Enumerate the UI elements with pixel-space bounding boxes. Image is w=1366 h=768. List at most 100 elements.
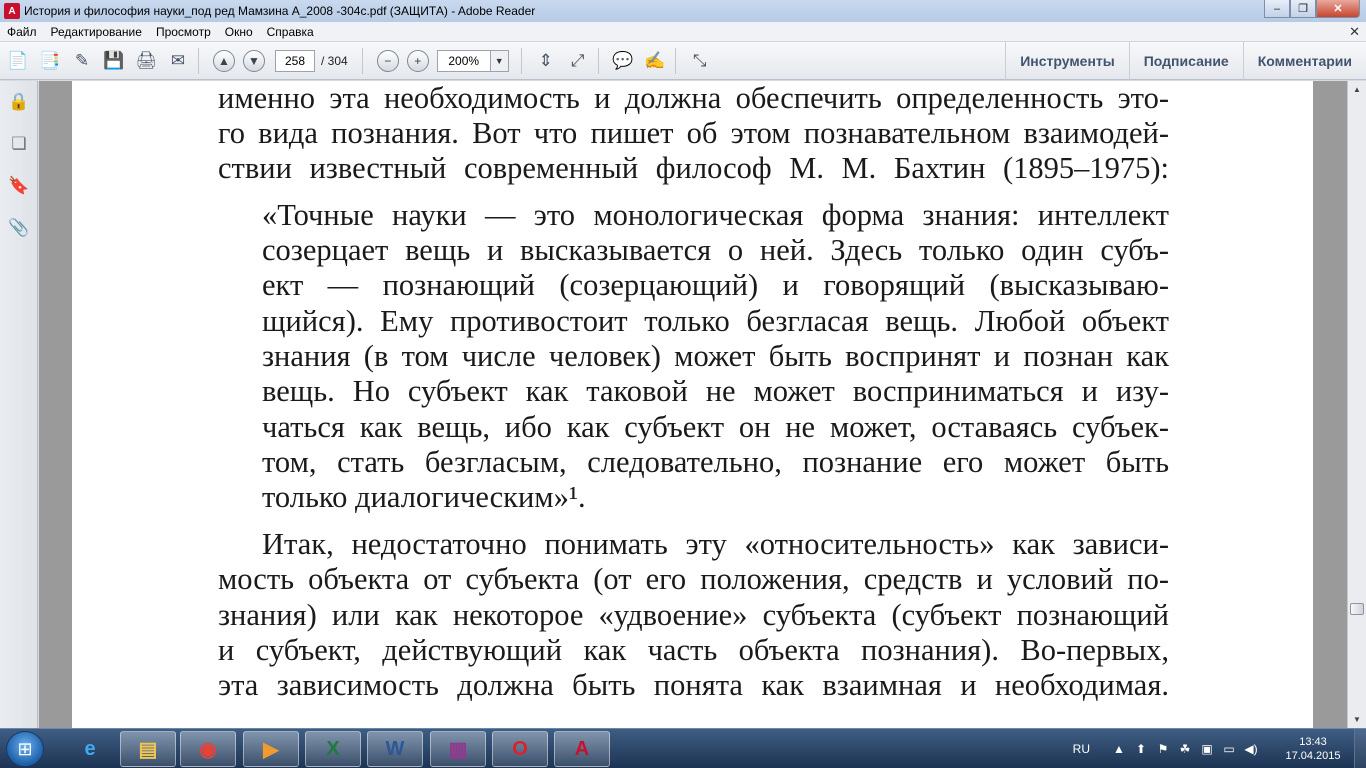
zoom-value[interactable]: 200% (438, 51, 490, 71)
next-page-button[interactable]: ▼ (243, 49, 265, 72)
network-icon[interactable]: ▭ (1218, 742, 1240, 756)
taskbar-media-icon[interactable]: ▶ (243, 731, 299, 767)
start-button[interactable]: ⊞ (6, 731, 44, 767)
text-line: и субъект, действующий как часть объекта… (218, 633, 1169, 667)
taskbar-excel-icon[interactable]: X (305, 731, 361, 767)
quote-line: знания (в том числе человек) может быть … (262, 339, 1169, 373)
vertical-scrollbar[interactable]: ▲ ▼ (1347, 81, 1366, 728)
comment-icon[interactable]: 💬 (609, 47, 637, 75)
adobe-reader-window: A История и философия науки_под ред Мамз… (0, 0, 1366, 768)
update-icon[interactable]: ⬆ (1130, 742, 1152, 756)
quote-line: том, стать безгласым, следовательно, поз… (262, 445, 1169, 479)
close-document-icon[interactable]: ✕ (1349, 24, 1360, 40)
highlight-icon[interactable]: ✍ (641, 47, 669, 75)
quote-line: созерцает вещь и высказывается о ней. Зд… (262, 233, 1169, 267)
window-title: История и философия науки_под ред Мамзин… (24, 4, 536, 18)
toolbar-separator (674, 47, 676, 74)
chevron-down-icon[interactable]: ▼ (489, 50, 508, 71)
menu-edit[interactable]: Редактирование (44, 25, 149, 39)
toolbar-separator (361, 47, 363, 74)
text-line: ствии известный современный философ М. М… (218, 151, 1169, 185)
ie-icon: e (84, 737, 96, 760)
clock[interactable]: 13:43 17.04.2015 (1272, 735, 1354, 763)
scroll-up-icon[interactable]: ▲ (1348, 81, 1366, 98)
fit-width-icon[interactable]: ⤢ (564, 47, 592, 75)
menu-view[interactable]: Просмотр (149, 25, 218, 39)
bookmarks-icon[interactable]: 🔖 (0, 165, 38, 207)
email-icon[interactable]: ✉ (164, 47, 192, 75)
quote-line: чаться как вещь, ибо как субъект он не м… (262, 410, 1169, 444)
folder-icon: ▤ (138, 738, 158, 761)
convert-icon[interactable]: 📑 (36, 47, 64, 75)
document-view[interactable]: именно эта необходимость и должна обеспе… (39, 81, 1347, 728)
toolbar-separator (198, 47, 199, 74)
toolbar-separator (597, 47, 599, 74)
menu-file[interactable]: Файл (0, 25, 44, 39)
toolbar: 📄 📑 ✎ 💾 🖨 ✉ ▲ ▼ / 304 − + 200% ▼ ⇕ ⤢ 💬 ✍… (0, 42, 1366, 80)
adobe-reader-icon: A (4, 3, 20, 19)
zoom-select[interactable]: 200% ▼ (436, 49, 509, 72)
action-center-flag-icon[interactable]: ⚑ (1152, 742, 1174, 756)
fit-page-icon[interactable]: ⇕ (532, 47, 560, 75)
scrollbar-thumb[interactable] (1350, 603, 1364, 615)
toolbar-separator (520, 47, 522, 74)
taskbar-explorer-icon[interactable]: ▤ (120, 731, 176, 767)
sign-pane-button[interactable]: Подписание (1128, 42, 1243, 80)
antivirus-icon[interactable]: ☘ (1174, 742, 1196, 756)
zoom-in-button[interactable]: + (406, 49, 429, 72)
page-total-label: / 304 (321, 53, 348, 68)
quote-line: щийся). Ему противостоит только безгласа… (262, 304, 1169, 338)
taskbar-acrobat-icon[interactable]: A (554, 731, 610, 767)
edit-icon[interactable]: ✎ (68, 47, 96, 75)
taskbar-opera-icon[interactable]: O (492, 731, 548, 767)
zoom-out-button[interactable]: − (376, 49, 399, 72)
fullscreen-icon[interactable]: ⤡ (686, 47, 714, 75)
window-controls: ‒ ❐ ✕ (1264, 0, 1360, 18)
taskbar: ⊞ e ▤ ◉ ▶ X W ▦ O A RU ▲ ⬆ ⚑ ☘ ▣ ▭ ◀) 13… (0, 728, 1366, 768)
show-desktop-button[interactable] (1354, 729, 1366, 768)
clock-time: 13:43 (1299, 736, 1327, 748)
page-thumbnails-icon[interactable]: ❏ (0, 123, 38, 165)
taskbar-chrome-icon[interactable]: ◉ (180, 731, 236, 767)
navigation-panel: 🔒 ❏ 🔖 📎 (0, 81, 38, 728)
text-line: именно эта необходимость и должна обеспе… (218, 81, 1169, 115)
menu-help[interactable]: Справка (260, 25, 321, 39)
show-hidden-icons-icon[interactable]: ▲ (1108, 742, 1130, 756)
system-tray: RU ▲ ⬆ ⚑ ☘ ▣ ▭ ◀) 13:43 17.04.2015 (1073, 729, 1366, 768)
quote-line: ект — познающий (созерцающий) и говорящи… (262, 268, 1169, 302)
acrobat-icon: A (574, 737, 590, 760)
language-indicator[interactable]: RU (1073, 742, 1090, 756)
clock-date: 17.04.2015 (1285, 750, 1341, 762)
close-button[interactable]: ✕ (1316, 0, 1360, 18)
taskbar-winrar-icon[interactable]: ▦ (430, 731, 486, 767)
scroll-down-icon[interactable]: ▼ (1348, 711, 1366, 728)
lock-icon[interactable]: 🔒 (0, 81, 38, 123)
excel-icon: X (326, 737, 340, 760)
pdf-page: именно эта необходимость и должна обеспе… (72, 81, 1313, 728)
page-number-input[interactable] (275, 49, 315, 72)
quote-line: только диалогическим»¹. (262, 480, 586, 514)
text-line: го вида познания. Вот что пишет об этом … (218, 116, 1169, 150)
previous-page-button[interactable]: ▲ (213, 49, 235, 72)
menu-bar: Файл Редактирование Просмотр Окно Справк… (0, 22, 1366, 42)
maximize-button[interactable]: ❐ (1290, 0, 1316, 18)
quote-line: вещь. Но субъект как таковой не может во… (262, 374, 1169, 408)
text-line: Итак, недостаточно понимать эту «относит… (262, 527, 1169, 561)
chrome-icon: ◉ (199, 738, 217, 761)
attachments-icon[interactable]: 📎 (0, 207, 38, 249)
tools-pane-button[interactable]: Инструменты (1005, 42, 1129, 80)
title-bar: A История и философия науки_под ред Мамз… (0, 0, 1366, 22)
word-icon: W (385, 737, 405, 760)
taskbar-ie-icon[interactable]: e (62, 731, 118, 767)
device-icon[interactable]: ▣ (1196, 742, 1218, 756)
minimize-button[interactable]: ‒ (1264, 0, 1290, 18)
taskbar-word-icon[interactable]: W (367, 731, 423, 767)
menu-window[interactable]: Окно (218, 25, 260, 39)
comment-pane-button[interactable]: Комментарии (1242, 42, 1366, 80)
print-icon[interactable]: 🖨 (132, 47, 160, 75)
save-icon[interactable]: 💾 (100, 47, 128, 75)
quote-line: «Точные науки — это монологическая форма… (262, 198, 1169, 232)
create-pdf-icon[interactable]: 📄 (4, 47, 32, 75)
volume-icon[interactable]: ◀) (1240, 742, 1262, 756)
text-line: знания) или как некоторое «удвоение» суб… (218, 598, 1169, 632)
